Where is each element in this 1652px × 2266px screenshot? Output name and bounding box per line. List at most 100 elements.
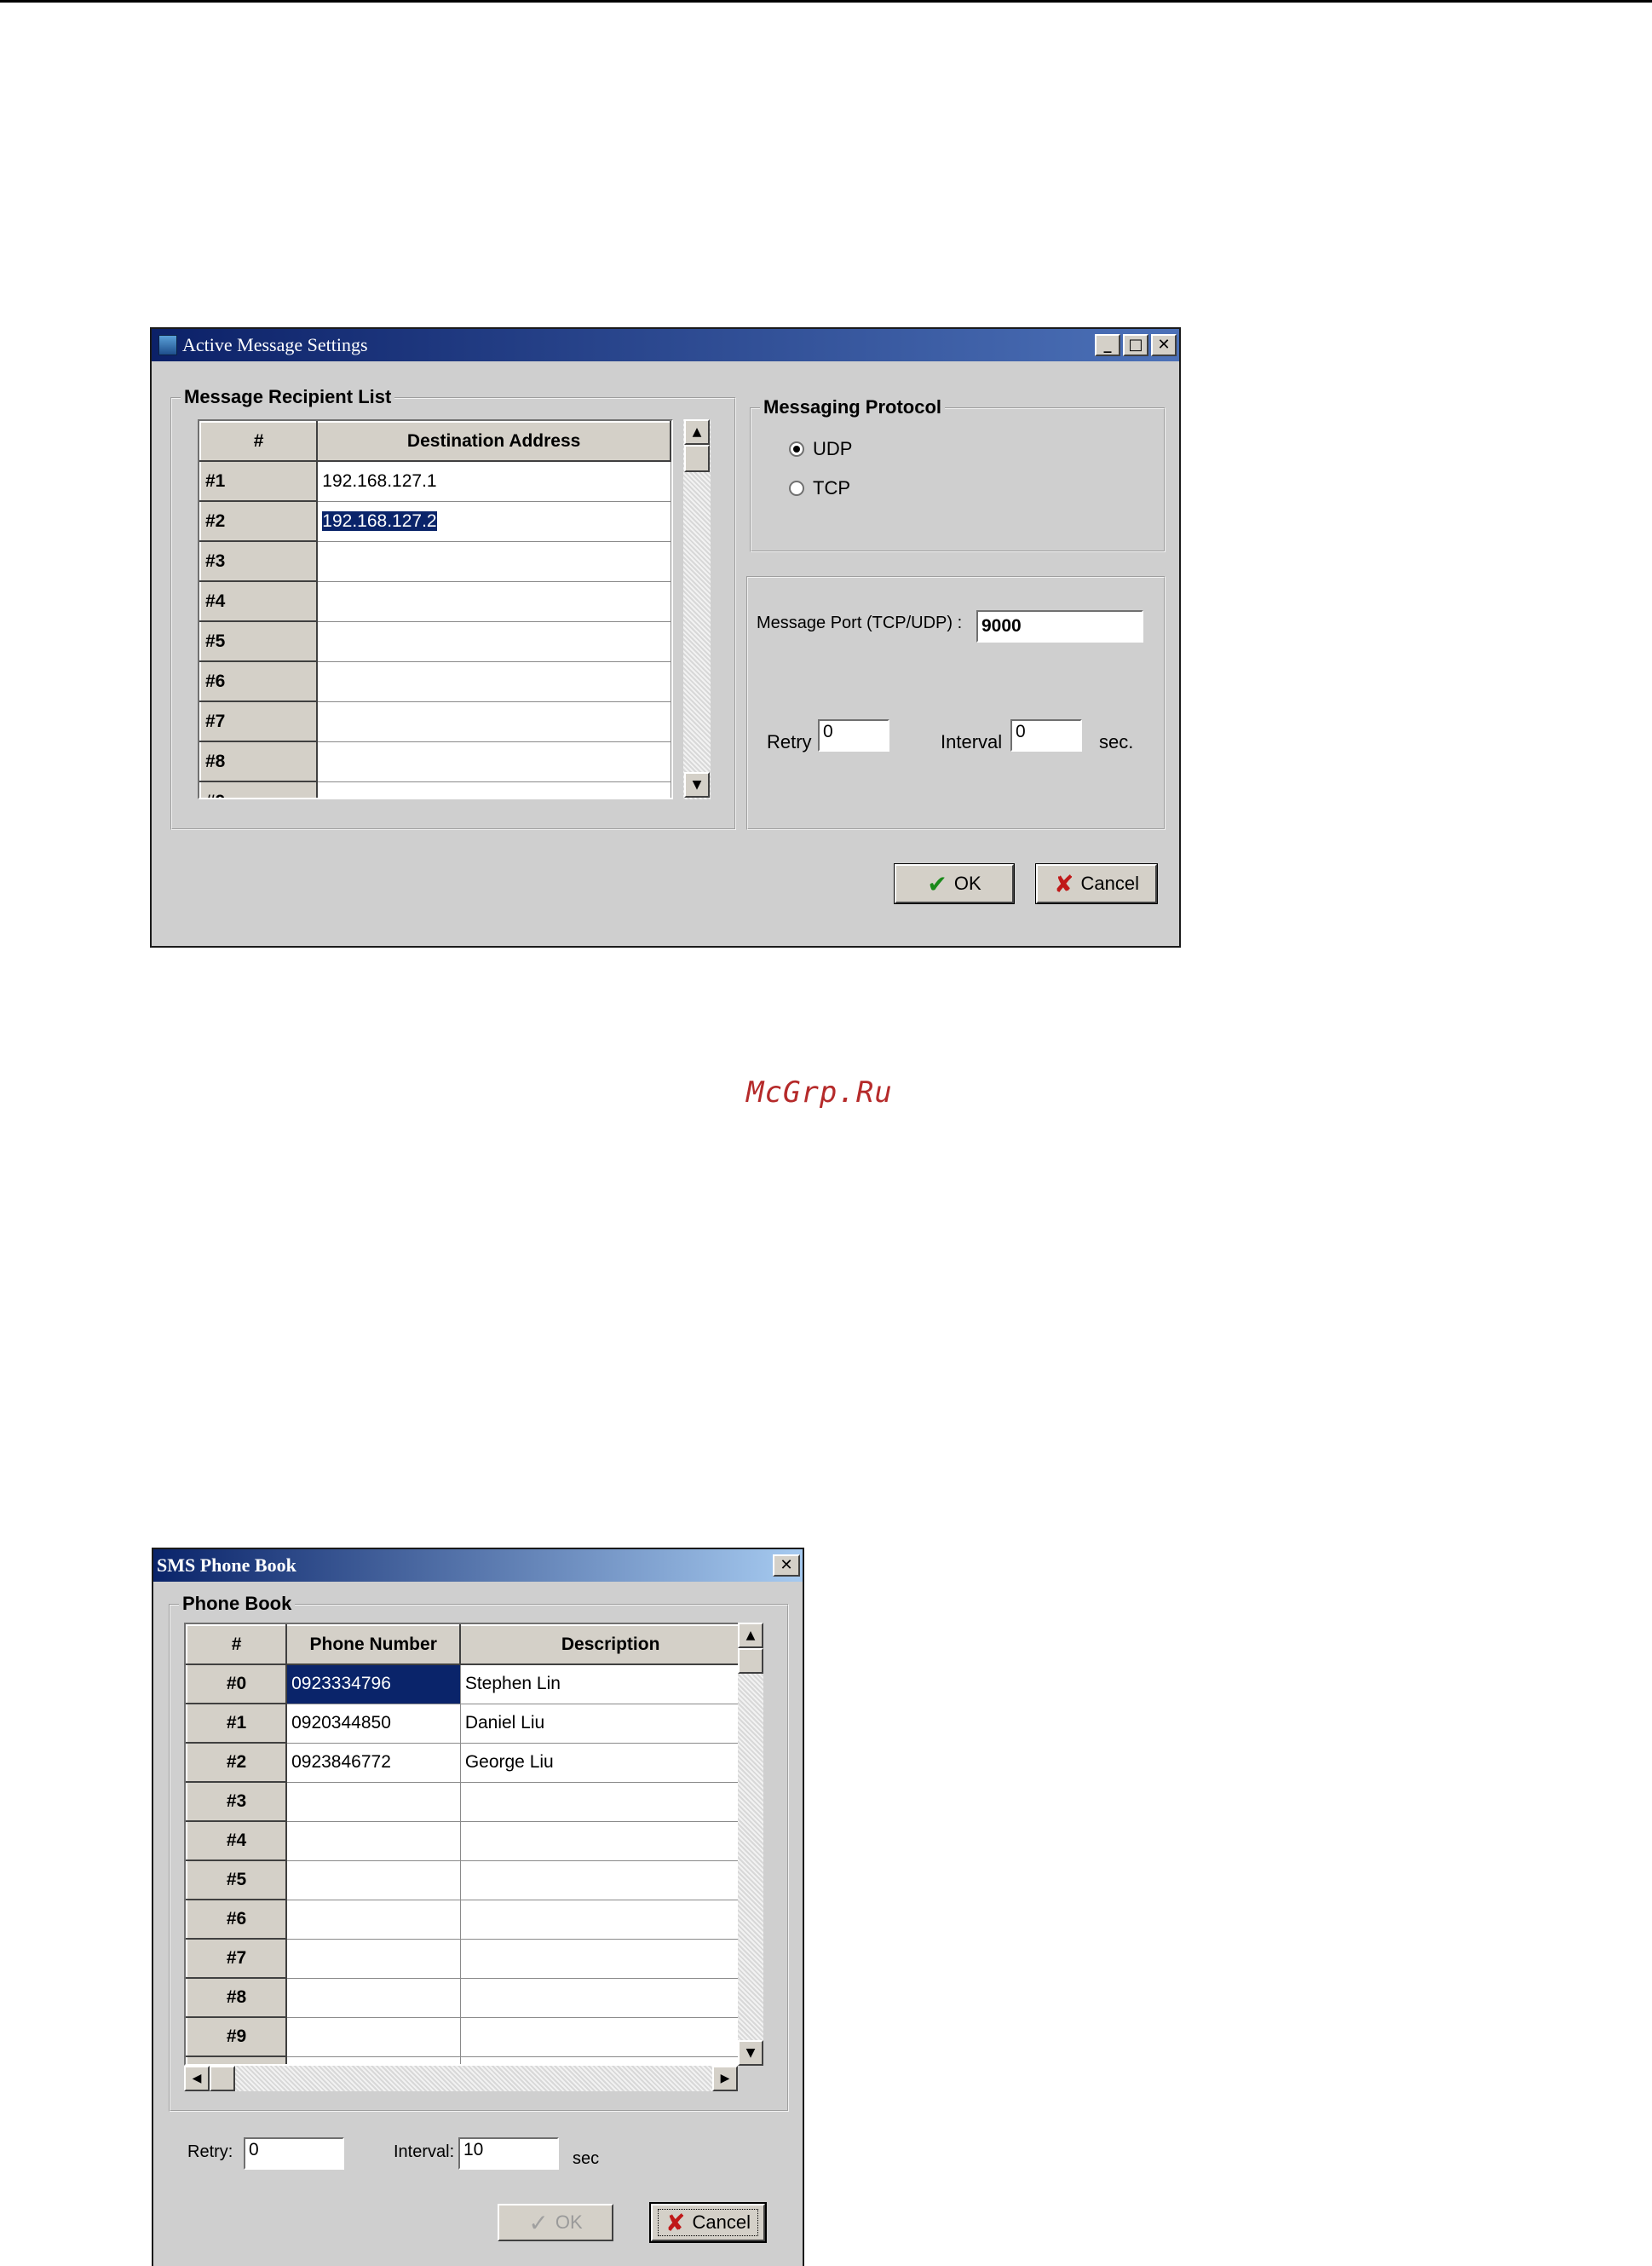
phone-number-cell[interactable] — [285, 1820, 461, 1861]
description-cell[interactable] — [459, 2056, 762, 2064]
phone-number-cell[interactable] — [285, 1860, 461, 1900]
description-cell[interactable] — [459, 2016, 762, 2057]
table-row[interactable]: #1 0920344850 Daniel Liu — [186, 1703, 762, 1744]
destination-address-cell[interactable] — [316, 741, 671, 782]
interval-input[interactable]: 10 — [458, 2137, 559, 2170]
description-cell[interactable] — [459, 1860, 762, 1900]
table-row[interactable]: #9 — [186, 2016, 762, 2057]
interval-input[interactable]: 0 — [1010, 719, 1082, 752]
maximize-button[interactable]: □ — [1123, 334, 1148, 356]
table-row[interactable]: #7 — [186, 1938, 762, 1979]
table-row[interactable]: #4 — [186, 1820, 762, 1861]
phone-number-cell[interactable] — [285, 1899, 461, 1940]
scroll-up-button[interactable]: ▲ — [738, 1623, 763, 1648]
destination-address-cell[interactable] — [316, 580, 671, 622]
destination-address-cell[interactable]: 192.168.127.2 — [316, 500, 671, 542]
check-icon: ✓ — [528, 2208, 549, 2237]
destination-address-cell[interactable] — [316, 620, 671, 662]
phone-number-cell[interactable] — [285, 2056, 461, 2064]
destination-address-cell[interactable] — [316, 540, 671, 582]
table-row[interactable]: #5 — [199, 620, 671, 662]
recipient-vertical-scrollbar[interactable]: ▲ ▼ — [683, 419, 711, 799]
phone-book-vertical-scrollbar[interactable]: ▲ ▼ — [738, 1623, 763, 2066]
ok-button-label: OK — [953, 873, 981, 894]
scroll-thumb[interactable] — [738, 1648, 763, 1674]
table-row[interactable]: #4 — [199, 580, 671, 622]
arrow-up-icon: ▲ — [692, 425, 702, 439]
scroll-thumb[interactable] — [684, 445, 710, 472]
row-header: #5 — [199, 620, 319, 662]
table-row[interactable]: #3 — [186, 1781, 762, 1822]
radio-udp[interactable]: UDP — [789, 438, 852, 460]
scroll-up-button[interactable]: ▲ — [684, 419, 710, 445]
phone-number-cell[interactable] — [285, 2016, 461, 2057]
description-cell[interactable] — [459, 1938, 762, 1979]
arrow-down-icon: ▼ — [745, 2046, 756, 2060]
retry-input[interactable]: 0 — [244, 2137, 344, 2170]
destination-address-cell[interactable]: 192.168.127.1 — [316, 460, 671, 502]
row-header: #8 — [186, 1977, 288, 2018]
column-header-destination[interactable]: Destination Address — [316, 421, 671, 462]
table-row[interactable]: #5 — [186, 1860, 762, 1900]
description-cell[interactable] — [459, 1977, 762, 2018]
table-row[interactable]: #3 — [199, 540, 671, 582]
table-row[interactable]: #6 — [199, 660, 671, 702]
table-row[interactable]: #8 — [186, 1977, 762, 2018]
table-row[interactable]: #1 192.168.127.1 — [199, 460, 671, 502]
description-cell[interactable]: Stephen Lin — [459, 1663, 762, 1704]
phone-number-cell[interactable]: 0923334796 — [285, 1663, 461, 1704]
table-row[interactable]: #10 — [186, 2056, 762, 2064]
ok-button[interactable]: ✔ OK — [894, 863, 1015, 904]
minimize-button[interactable]: _ — [1095, 334, 1120, 356]
phone-book-grid[interactable]: # Phone Number Description #0 0923334796 S… — [184, 1623, 763, 2066]
phone-number-cell[interactable]: 0920344850 — [285, 1703, 461, 1744]
title-bar[interactable]: SMS Phone Book ✕ — [153, 1549, 803, 1582]
description-cell[interactable] — [459, 1899, 762, 1940]
destination-address-cell[interactable] — [316, 781, 671, 798]
destination-address-cell[interactable] — [316, 701, 671, 742]
column-header-number[interactable]: # — [186, 1624, 288, 1665]
retry-label: Retry — [767, 731, 812, 752]
cancel-button[interactable]: ✘ Cancel — [1035, 863, 1158, 904]
scroll-down-button[interactable]: ▼ — [738, 2040, 763, 2066]
horizontal-scroll-thumb[interactable] — [210, 2066, 235, 2091]
table-row[interactable]: #6 — [186, 1899, 762, 1940]
description-cell[interactable] — [459, 1781, 762, 1822]
table-row[interactable]: #9 — [199, 781, 671, 798]
table-row[interactable]: #7 — [199, 701, 671, 742]
table-row[interactable]: #0 0923334796 Stephen Lin — [186, 1663, 762, 1704]
row-header: #8 — [199, 741, 319, 782]
message-port-input[interactable]: 9000 — [976, 610, 1143, 643]
close-button[interactable]: ✕ — [773, 1554, 800, 1577]
description-cell[interactable] — [459, 1820, 762, 1861]
phone-number-cell[interactable] — [285, 1781, 461, 1822]
recipient-grid[interactable]: # Destination Address #1 192.168.127.1 #2 1… — [198, 419, 673, 799]
interval-unit-label: sec — [573, 2149, 600, 2168]
scroll-down-button[interactable]: ▼ — [684, 772, 710, 798]
column-header-phone-number[interactable]: Phone Number — [285, 1624, 462, 1665]
ok-button[interactable]: ✓ OK — [498, 2204, 613, 2241]
recipient-table: # Destination Address #1 192.168.127.1 #2 1… — [199, 421, 671, 798]
phone-number-cell[interactable] — [285, 1938, 461, 1979]
description-cell[interactable]: George Liu — [459, 1742, 762, 1783]
destination-address-cell[interactable] — [316, 660, 671, 702]
phone-book-horizontal-scrollbar[interactable]: ◀ ▶ — [184, 2066, 738, 2091]
radio-tcp[interactable]: TCP — [789, 477, 850, 499]
scroll-right-button[interactable]: ▶ — [712, 2066, 738, 2091]
phone-number-cell[interactable]: 0923846772 — [285, 1742, 461, 1783]
column-header-number[interactable]: # — [199, 421, 319, 462]
table-row[interactable]: #2 0923846772 George Liu — [186, 1742, 762, 1783]
radio-circle-udp — [789, 441, 804, 457]
phone-number-cell[interactable] — [285, 1977, 461, 2018]
description-cell[interactable]: Daniel Liu — [459, 1703, 762, 1744]
table-row[interactable]: #8 — [199, 741, 671, 782]
retry-input[interactable]: 0 — [818, 719, 889, 752]
close-button[interactable]: ✕ — [1151, 334, 1177, 356]
title-bar[interactable]: Active Message Settings _ □ ✕ — [152, 329, 1179, 361]
column-header-description[interactable]: Description — [459, 1624, 762, 1665]
table-row[interactable]: #2 192.168.127.2 — [199, 500, 671, 542]
scroll-left-button[interactable]: ◀ — [184, 2066, 210, 2091]
cancel-button[interactable]: ✘ Cancel — [649, 2202, 767, 2243]
focus-rectangle — [658, 2209, 758, 2236]
radio-circle-tcp — [789, 481, 804, 496]
